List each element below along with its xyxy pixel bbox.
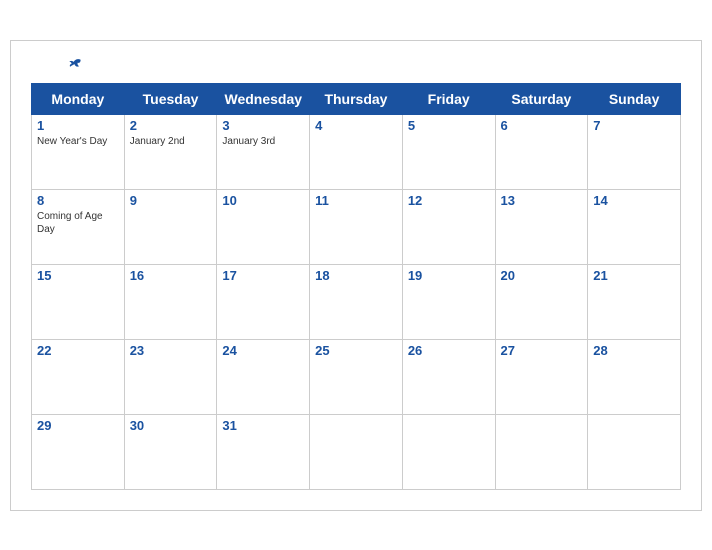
day-cell-13: 13 [495,189,588,264]
day-cell-27: 27 [495,339,588,414]
day-number: 5 [408,118,490,133]
day-number: 27 [501,343,583,358]
day-cell-2: 2 January 2nd [124,114,217,189]
day-cell-3: 3 January 3rd [217,114,310,189]
empty-cell [310,414,403,489]
week-row: 15 16 17 18 19 20 21 [32,264,681,339]
logo-blue [68,57,84,71]
day-number: 1 [37,118,119,133]
day-cell-31: 31 [217,414,310,489]
event-label: Coming of Age Day [37,210,119,236]
day-cell-6: 6 [495,114,588,189]
empty-cell [402,414,495,489]
day-number: 17 [222,268,304,283]
bird-icon [68,57,82,71]
day-cell-11: 11 [310,189,403,264]
day-number: 13 [501,193,583,208]
day-cell-26: 26 [402,339,495,414]
calendar-wrapper: MondayTuesdayWednesdayThursdayFridaySatu… [10,40,702,511]
day-cell-29: 29 [32,414,125,489]
week-row: 29 30 31 [32,414,681,489]
calendar-table: MondayTuesdayWednesdayThursdayFridaySatu… [31,83,681,490]
day-number: 16 [130,268,212,283]
day-number: 28 [593,343,675,358]
day-cell-21: 21 [588,264,681,339]
day-number: 15 [37,268,119,283]
day-cell-4: 4 [310,114,403,189]
event-label: January 3rd [222,135,304,148]
day-cell-28: 28 [588,339,681,414]
day-cell-19: 19 [402,264,495,339]
day-number: 29 [37,418,119,433]
day-number: 7 [593,118,675,133]
day-number: 10 [222,193,304,208]
event-label: January 2nd [130,135,212,148]
day-cell-12: 12 [402,189,495,264]
day-header-monday: Monday [32,83,125,114]
days-header-row: MondayTuesdayWednesdayThursdayFridaySatu… [32,83,681,114]
day-cell-1: 1 New Year's Day [32,114,125,189]
event-label: New Year's Day [37,135,119,148]
week-row: 8 Coming of Age Day 9 10 11 12 13 14 [32,189,681,264]
day-cell-10: 10 [217,189,310,264]
day-cell-14: 14 [588,189,681,264]
logo-area [31,57,121,71]
day-number: 19 [408,268,490,283]
day-number: 9 [130,193,212,208]
week-row: 22 23 24 25 26 27 28 [32,339,681,414]
day-cell-18: 18 [310,264,403,339]
day-cell-30: 30 [124,414,217,489]
day-number: 21 [593,268,675,283]
day-number: 2 [130,118,212,133]
day-number: 20 [501,268,583,283]
day-header-wednesday: Wednesday [217,83,310,114]
day-number: 3 [222,118,304,133]
day-header-sunday: Sunday [588,83,681,114]
day-header-thursday: Thursday [310,83,403,114]
day-number: 14 [593,193,675,208]
day-cell-17: 17 [217,264,310,339]
day-header-friday: Friday [402,83,495,114]
day-cell-16: 16 [124,264,217,339]
day-number: 18 [315,268,397,283]
day-cell-8: 8 Coming of Age Day [32,189,125,264]
day-header-saturday: Saturday [495,83,588,114]
day-cell-9: 9 [124,189,217,264]
day-number: 24 [222,343,304,358]
empty-cell [588,414,681,489]
day-number: 23 [130,343,212,358]
day-cell-7: 7 [588,114,681,189]
day-cell-25: 25 [310,339,403,414]
day-cell-5: 5 [402,114,495,189]
day-cell-23: 23 [124,339,217,414]
day-number: 30 [130,418,212,433]
day-number: 25 [315,343,397,358]
day-number: 4 [315,118,397,133]
day-number: 11 [315,193,397,208]
calendar-header [31,57,681,71]
day-number: 12 [408,193,490,208]
empty-cell [495,414,588,489]
day-number: 8 [37,193,119,208]
day-cell-24: 24 [217,339,310,414]
day-number: 22 [37,343,119,358]
day-cell-22: 22 [32,339,125,414]
day-number: 6 [501,118,583,133]
day-header-tuesday: Tuesday [124,83,217,114]
day-number: 31 [222,418,304,433]
day-cell-15: 15 [32,264,125,339]
day-number: 26 [408,343,490,358]
day-cell-20: 20 [495,264,588,339]
week-row: 1 New Year's Day 2 January 2nd 3 January 3rd 4… [32,114,681,189]
